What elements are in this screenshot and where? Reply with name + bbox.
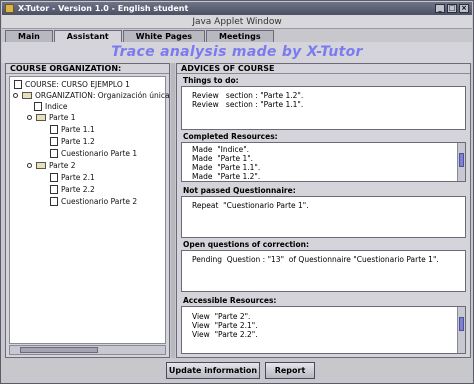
accessible-resources-section: Accessible Resources: View "Parte 2". Vi…	[181, 295, 466, 354]
document-icon	[50, 149, 58, 158]
document-icon	[14, 80, 22, 89]
list-item: Made "Parte 1".	[192, 154, 254, 163]
not-passed-list[interactable]: Repeat "Cuestionario Parte 1".	[181, 196, 466, 238]
tab-main[interactable]: Main	[5, 30, 53, 42]
split-pane-divider[interactable]	[171, 63, 175, 358]
minimize-icon[interactable]: _	[435, 4, 445, 13]
tree-node-cuestionario-2[interactable]: Cuestionario Parte 2	[50, 196, 137, 207]
tab-meetings[interactable]: Meetings	[206, 30, 274, 42]
tree-node-organization[interactable]: ORGANIZATION: Organización única	[22, 90, 170, 101]
report-button[interactable]: Report	[265, 362, 315, 379]
completed-resources-section: Completed Resources: Made "Indice". Made…	[181, 131, 466, 182]
list-item: Made "Parte 1.2".	[192, 172, 261, 181]
list-item: Review section : "Parte 1.1".	[192, 100, 304, 109]
tree-node-cuestionario-1[interactable]: Cuestionario Parte 1	[50, 148, 137, 159]
app-window: X-Tutor - Version 1.0 - English student …	[0, 0, 474, 384]
course-organization-title: COURSE ORGANIZATION:	[6, 64, 169, 74]
tree-node-parte-1-2[interactable]: Parte 1.2	[50, 136, 95, 147]
maximize-icon[interactable]: □	[447, 4, 457, 13]
tab-assistant[interactable]: Assistant	[53, 30, 122, 42]
document-icon	[50, 125, 58, 134]
tree-node-parte-2-1[interactable]: Parte 2.1	[50, 172, 95, 183]
tab-white-pages[interactable]: White Pages	[122, 30, 206, 42]
advices-panel: ADVICES OF COURSE Things to do: Review s…	[176, 63, 471, 358]
expand-toggle-icon[interactable]	[13, 93, 18, 98]
tree-node-parte-1-1[interactable]: Parte 1.1	[50, 124, 95, 135]
folder-icon	[36, 114, 46, 121]
title-bar[interactable]: X-Tutor - Version 1.0 - English student …	[2, 2, 472, 15]
document-icon	[50, 173, 58, 182]
not-passed-section: Not passed Questionnaire: Repeat "Cuesti…	[181, 185, 466, 238]
list-item: Pending Question : "13" of Questionnaire…	[192, 255, 439, 264]
tree-node-indice[interactable]: Indice	[34, 101, 68, 112]
scrollbar-thumb[interactable]	[459, 317, 464, 331]
list-item: View "Parte 2".	[192, 312, 251, 321]
completed-resources-scrollbar[interactable]	[457, 143, 465, 181]
accessible-resources-scrollbar[interactable]	[457, 307, 465, 353]
open-questions-title: Open questions of correction:	[183, 240, 309, 249]
app-logo-icon	[5, 4, 14, 13]
list-item: Made "Parte 1.1".	[192, 163, 261, 172]
course-tree[interactable]: COURSE: CURSO EJEMPLO 1 ORGANIZATION: Or…	[9, 76, 170, 344]
folder-icon	[22, 92, 32, 99]
close-icon[interactable]: ×	[459, 4, 469, 13]
list-item: View "Parte 2.1".	[192, 321, 258, 330]
list-item: Made "Indice".	[192, 145, 250, 154]
list-item: Review section : "Parte 1.2".	[192, 91, 304, 100]
scrollbar-thumb[interactable]	[459, 153, 464, 167]
things-to-do-title: Things to do:	[183, 76, 239, 85]
document-icon	[50, 185, 58, 194]
completed-resources-list[interactable]: Made "Indice". Made "Parte 1". Made "Par…	[181, 142, 466, 182]
document-icon	[50, 197, 58, 206]
open-questions-list[interactable]: Pending Question : "13" of Questionnaire…	[181, 250, 466, 292]
document-icon	[50, 137, 58, 146]
update-information-button[interactable]: Update information	[166, 362, 260, 379]
tree-horizontal-scrollbar[interactable]	[9, 345, 166, 355]
expand-toggle-icon[interactable]	[27, 115, 32, 120]
applet-warning-label: Java Applet Window	[2, 15, 472, 29]
folder-icon	[36, 162, 46, 169]
tree-node-course[interactable]: COURSE: CURSO EJEMPLO 1	[14, 79, 130, 90]
open-questions-section: Open questions of correction: Pending Qu…	[181, 239, 466, 292]
things-to-do-section: Things to do: Review section : "Parte 1.…	[181, 75, 466, 130]
scrollbar-thumb[interactable]	[20, 347, 98, 353]
page-banner: Trace analysis made by X-Tutor	[2, 42, 472, 63]
tree-node-parte-1[interactable]: Parte 1	[36, 112, 76, 123]
accessible-resources-title: Accessible Resources:	[183, 296, 277, 305]
tree-node-parte-2-2[interactable]: Parte 2.2	[50, 184, 95, 195]
list-item: Repeat "Cuestionario Parte 1".	[192, 201, 309, 210]
accessible-resources-list[interactable]: View "Parte 2". View "Parte 2.1". View "…	[181, 306, 466, 354]
document-icon	[34, 102, 42, 111]
course-organization-panel: COURSE ORGANIZATION: COURSE: CURSO EJEMP…	[5, 63, 170, 358]
tree-node-parte-2[interactable]: Parte 2	[36, 160, 76, 171]
button-bar: Update information Report	[2, 359, 472, 383]
not-passed-title: Not passed Questionnaire:	[183, 186, 296, 195]
completed-resources-title: Completed Resources:	[183, 132, 278, 141]
expand-toggle-icon[interactable]	[27, 163, 32, 168]
things-to-do-list[interactable]: Review section : "Parte 1.2". Review sec…	[181, 86, 466, 130]
tab-strip: Main Assistant White Pages Meetings	[5, 30, 275, 42]
window-title: X-Tutor - Version 1.0 - English student	[18, 4, 189, 13]
advices-title: ADVICES OF COURSE	[177, 64, 470, 74]
list-item: View "Parte 2.2".	[192, 330, 258, 339]
